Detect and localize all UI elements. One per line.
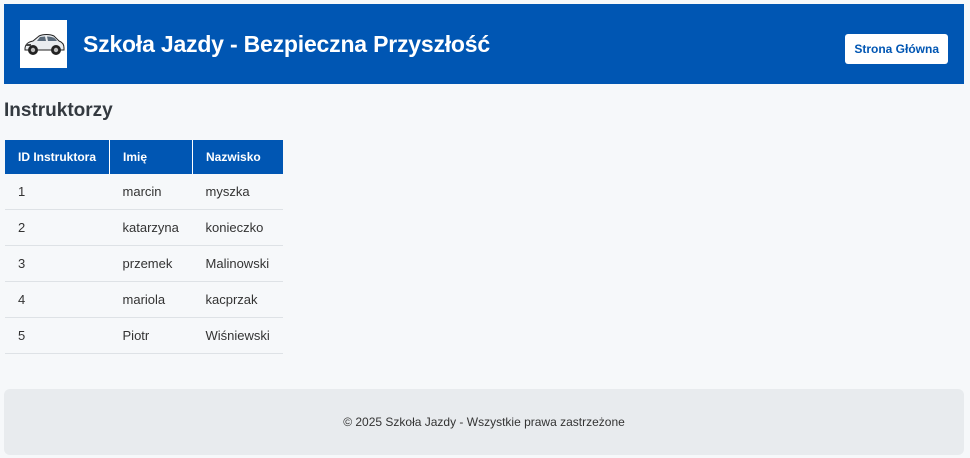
cell-id: 3 [5,245,110,282]
cell-last-name: Wiśniewski [192,317,284,354]
table-header-row: ID Instruktora Imię Nazwisko [5,140,284,174]
site-title: Szkoła Jazdy - Bezpieczna Przyszłość [83,30,490,57]
table-row: 5 Piotr Wiśniewski [5,317,284,354]
site-header: Szkoła Jazdy - Bezpieczna Przyszłość Str… [4,4,964,84]
car-logo-icon [20,20,67,68]
cell-id: 4 [5,281,110,318]
cell-last-name: Malinowski [192,245,284,282]
cell-last-name: kacprzak [192,281,284,318]
car-logo-svg [24,34,64,55]
table-row: 1 marcin myszka [5,174,284,210]
table-row: 3 przemek Malinowski [5,245,284,282]
cell-first-name: katarzyna [109,209,193,246]
site-footer: © 2025 Szkoła Jazdy - Wszystkie prawa za… [4,389,964,455]
column-header-first-name: Imię [109,140,194,174]
cell-last-name: myszka [192,174,284,210]
cell-id: 5 [5,317,110,354]
cell-first-name: marcin [109,174,193,210]
table-row: 4 mariola kacprzak [5,281,284,318]
home-button[interactable]: Strona Główna [845,34,948,64]
cell-id: 2 [5,209,110,246]
cell-id: 1 [5,174,110,210]
table-row: 2 katarzyna konieczko [5,209,284,246]
cell-first-name: Piotr [109,317,193,354]
cell-first-name: mariola [109,281,193,318]
page-title: Instruktorzy [4,100,113,121]
footer-copyright: © 2025 Szkoła Jazdy - Wszystkie prawa za… [343,415,625,429]
cell-first-name: przemek [109,245,193,282]
instructors-table: ID Instruktora Imię Nazwisko 1 marcin my… [5,140,284,354]
column-header-id: ID Instruktora [5,140,111,174]
column-header-last-name: Nazwisko [192,140,284,174]
cell-last-name: konieczko [192,209,284,246]
